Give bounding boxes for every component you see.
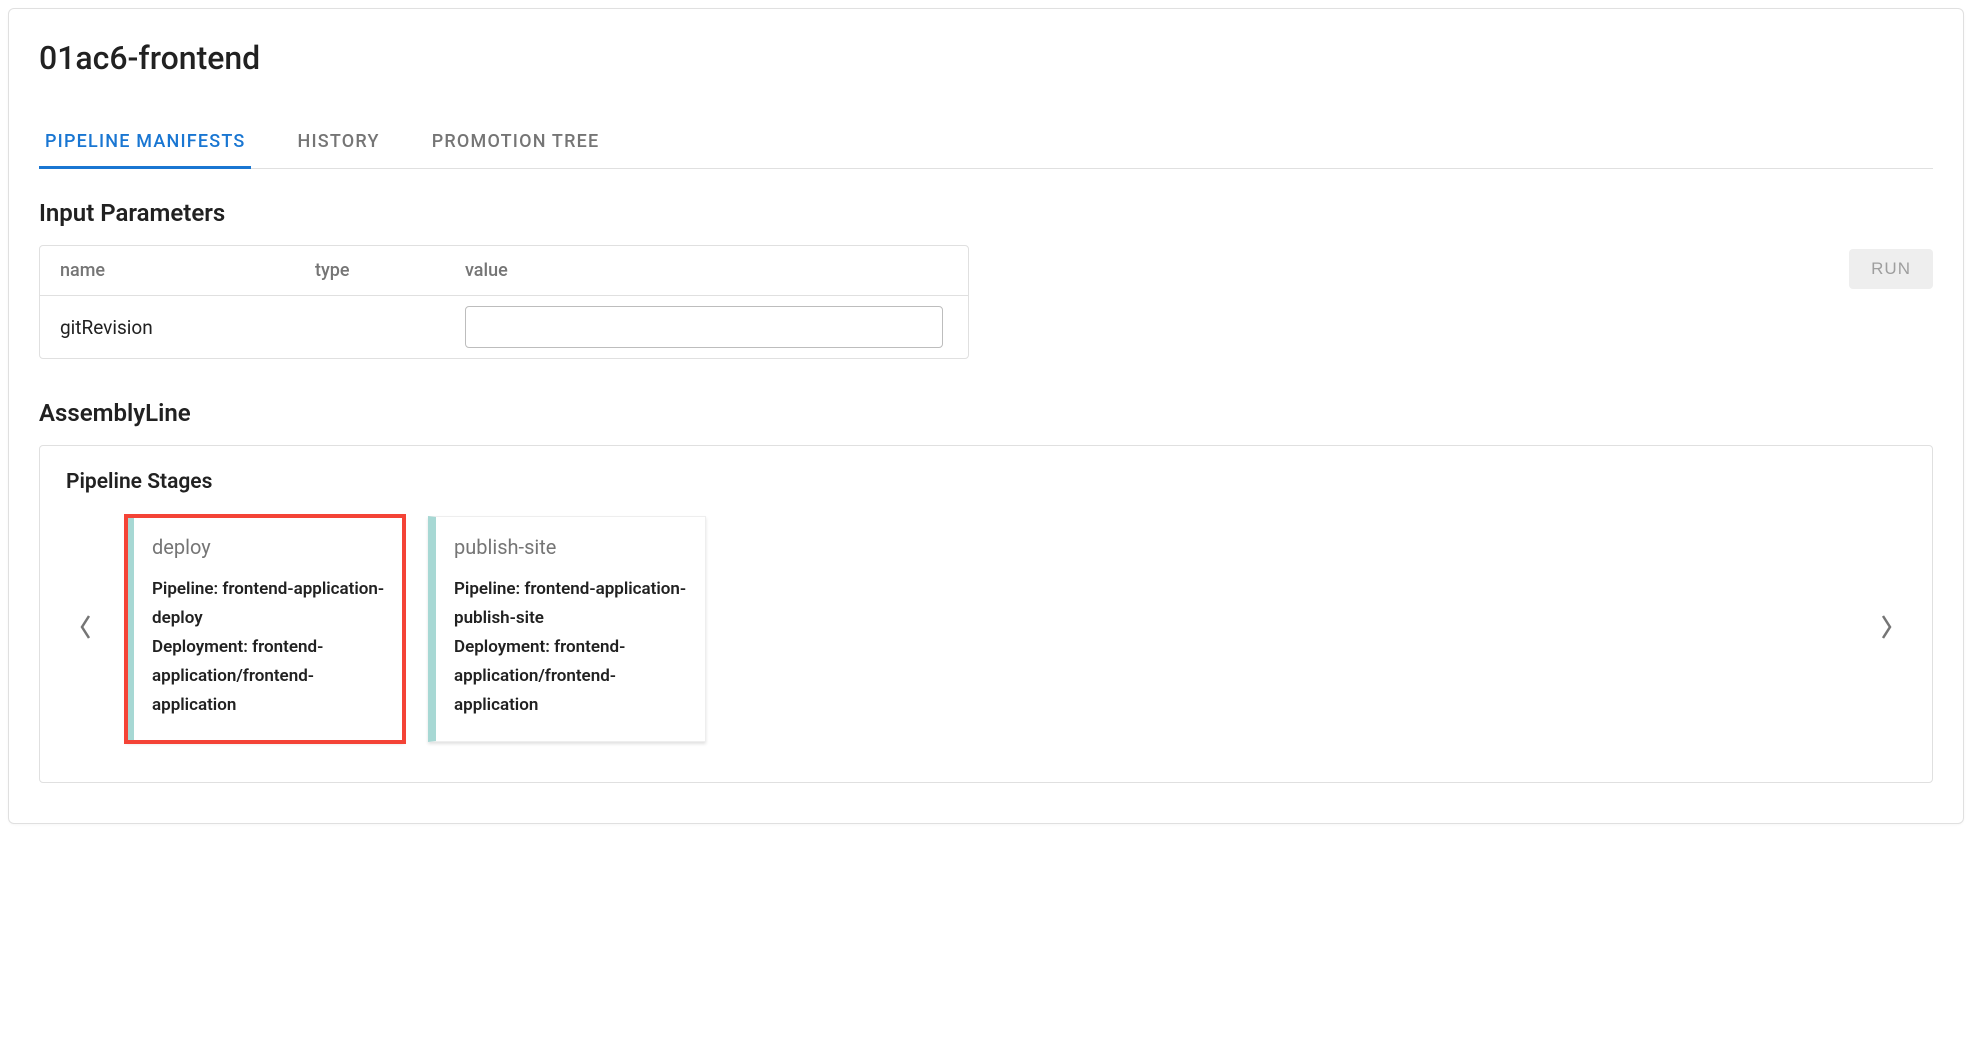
input-parameters-heading: Input Parameters [39,199,1933,227]
stage-card-publish-site[interactable]: publish-site Pipeline: frontend-applicat… [428,516,706,742]
run-button[interactable]: RUN [1849,249,1933,289]
assemblyline-heading: AssemblyLine [39,399,1933,427]
col-header-name: name [40,246,295,295]
stage-deployment-line: Deployment: frontend-application/fronten… [454,633,687,720]
param-value-cell [445,296,968,358]
tab-history[interactable]: HISTORY [291,117,385,169]
tabs: PIPELINE MANIFESTS HISTORY PROMOTION TRE… [39,117,1933,169]
page-title: 01ac6-frontend [39,39,1933,77]
tab-promotion-tree[interactable]: PROMOTION TREE [426,117,606,169]
chevron-right-icon [1878,613,1894,645]
stages-row: deploy Pipeline: frontend-application-de… [66,516,1906,742]
params-table-row: gitRevision [40,296,968,358]
tab-pipeline-manifests[interactable]: PIPELINE MANIFESTS [39,117,251,169]
next-stage-button[interactable] [1866,609,1906,649]
params-table-header: name type value [40,246,968,296]
params-table: name type value gitRevision [39,245,969,359]
stages-container: deploy Pipeline: frontend-application-de… [126,516,1846,742]
stage-card-deploy[interactable]: deploy Pipeline: frontend-application-de… [126,516,404,742]
param-type [295,296,445,358]
col-header-value: value [445,246,968,295]
stage-title: publish-site [454,535,687,559]
col-header-type: type [295,246,445,295]
stage-title: deploy [152,535,385,559]
param-name: gitRevision [40,296,295,358]
chevron-left-icon [78,613,94,645]
assembly-card: Pipeline Stages deploy Pipeline: fronten… [39,445,1933,783]
stage-deployment-line: Deployment: frontend-application/fronten… [152,633,385,720]
pipeline-stages-heading: Pipeline Stages [66,470,1906,494]
stage-pipeline-line: Pipeline: frontend-application-deploy [152,575,385,633]
input-params-row: name type value gitRevision RUN [39,245,1933,359]
prev-stage-button[interactable] [66,609,106,649]
param-value-input[interactable] [465,306,943,348]
stage-pipeline-line: Pipeline: frontend-application-publish-s… [454,575,687,633]
main-card: 01ac6-frontend PIPELINE MANIFESTS HISTOR… [8,8,1964,824]
